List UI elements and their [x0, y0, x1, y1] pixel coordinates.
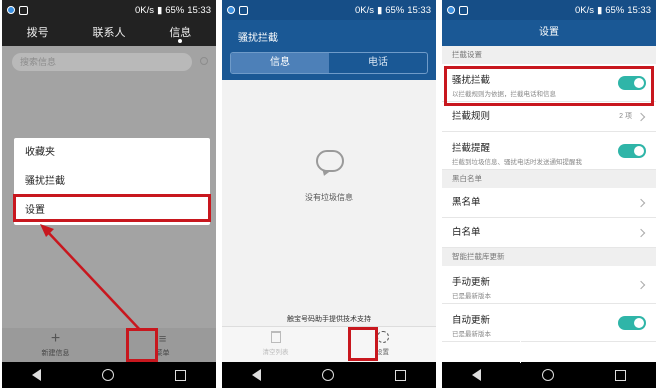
home-icon[interactable]: [541, 369, 554, 381]
tab-messages[interactable]: 信息: [231, 53, 329, 73]
clock: 15:33: [627, 4, 651, 16]
message-bubble-icon: [316, 150, 344, 172]
huawei-flower-icon: ✿: [490, 339, 502, 355]
section-header-smart-update: 智能拦截库更新: [442, 248, 656, 266]
watermark: ✿ HUAWEI 花粉俱乐部: [478, 334, 658, 368]
system-nav-bar: [222, 362, 436, 388]
auto-update-toggle[interactable]: [618, 315, 646, 330]
battery-level: 65%: [605, 4, 625, 16]
home-icon[interactable]: [101, 369, 114, 381]
plus-icon: +: [50, 330, 61, 347]
tab-calls[interactable]: 电话: [329, 53, 427, 73]
setting-block-notification[interactable]: 拦截提醒 拦截到垃圾信息、骚扰电话时发送通知提醒我: [442, 132, 656, 170]
clock: 15:33: [407, 4, 431, 16]
home-icon[interactable]: [321, 369, 334, 381]
gear-icon: [376, 331, 389, 343]
header: 骚扰拦截 信息 电话: [222, 20, 436, 80]
club-text: 花粉俱乐部: [527, 343, 608, 361]
back-icon[interactable]: [252, 369, 262, 381]
network-speed: 0K/s: [574, 4, 594, 16]
status-bar: 0K/s ▮ 65% 15:33: [222, 0, 436, 20]
recent-apps-icon[interactable]: [394, 369, 406, 381]
recent-apps-icon[interactable]: [614, 369, 626, 381]
bottom-toolbar: + 新建信息 ≡ 菜单: [2, 328, 216, 362]
highlight-box-settings: [348, 327, 378, 361]
clear-list-button[interactable]: 清空列表: [222, 327, 329, 362]
screen-harassment-block: 0K/s ▮ 65% 15:33 骚扰拦截 信息 电话 没有垃圾信息 触宝号码助…: [222, 0, 436, 388]
signal-icon: ▮: [596, 4, 603, 16]
block-rules-count: 2 项: [619, 113, 632, 120]
back-icon[interactable]: [32, 369, 42, 381]
network-speed: 0K/s: [354, 4, 374, 16]
page-title: 设置: [442, 20, 656, 46]
new-message-button[interactable]: + 新建信息: [2, 328, 109, 362]
app-notification-icon: [447, 5, 455, 14]
empty-state-text: 没有垃圾信息: [305, 193, 353, 202]
image-notification-icon: [459, 5, 468, 15]
screen-messages-menu: 0K/s ▮ 65% 15:33 拨号 联系人 信息 搜索信息 收藏夹 骚扰拦截…: [2, 0, 216, 388]
highlight-box-harassment-block: [444, 66, 654, 106]
tech-support-text: 触宝号码助手提供技术支持: [287, 316, 371, 323]
setting-block-rules[interactable]: 拦截规则 2 项: [442, 102, 656, 132]
image-notification-icon: [239, 5, 248, 15]
settings-button[interactable]: 设置: [329, 327, 436, 362]
setting-whitelist[interactable]: 白名单: [442, 218, 656, 248]
section-header-block-settings: 拦截设置: [442, 46, 656, 64]
setting-blacklist[interactable]: 黑名单: [442, 188, 656, 218]
battery-level: 65%: [385, 4, 405, 16]
watermark-divider: [520, 339, 521, 363]
section-header-black-white-list: 黑白名单: [442, 170, 656, 188]
segmented-tabs: 信息 电话: [230, 52, 428, 74]
setting-manual-update[interactable]: 手动更新 已是最新版本: [442, 266, 656, 304]
setting-title: 手动更新: [452, 277, 491, 288]
back-icon[interactable]: [472, 369, 482, 381]
setting-subtitle: 已是最新版本: [452, 293, 491, 300]
brand-text: HUAWEI: [484, 352, 508, 358]
page-title: 骚扰拦截: [238, 33, 278, 44]
signal-icon: ▮: [376, 4, 383, 16]
huawei-logo: ✿ HUAWEI: [478, 339, 514, 359]
setting-title: 白名单: [452, 227, 481, 238]
status-bar: 0K/s ▮ 65% 15:33: [442, 0, 656, 20]
setting-subtitle: 拦截到垃圾信息、骚扰电话时发送通知提醒我: [452, 159, 582, 166]
trash-icon: [270, 331, 281, 343]
new-message-label: 新建信息: [41, 350, 70, 357]
recent-apps-icon[interactable]: [174, 369, 186, 381]
highlight-box-menu: [126, 328, 158, 362]
screen-settings: 0K/s ▮ 65% 15:33 设置 拦截设置 骚扰拦截 以拦截规则为依据，拦…: [442, 0, 656, 388]
setting-title: 黑名单: [452, 197, 481, 208]
system-nav-bar: [2, 362, 216, 388]
block-notification-toggle[interactable]: [618, 143, 646, 158]
app-notification-icon: [227, 5, 235, 14]
bottom-toolbar: 清空列表 设置: [222, 326, 436, 362]
clear-list-label: 清空列表: [262, 349, 289, 356]
